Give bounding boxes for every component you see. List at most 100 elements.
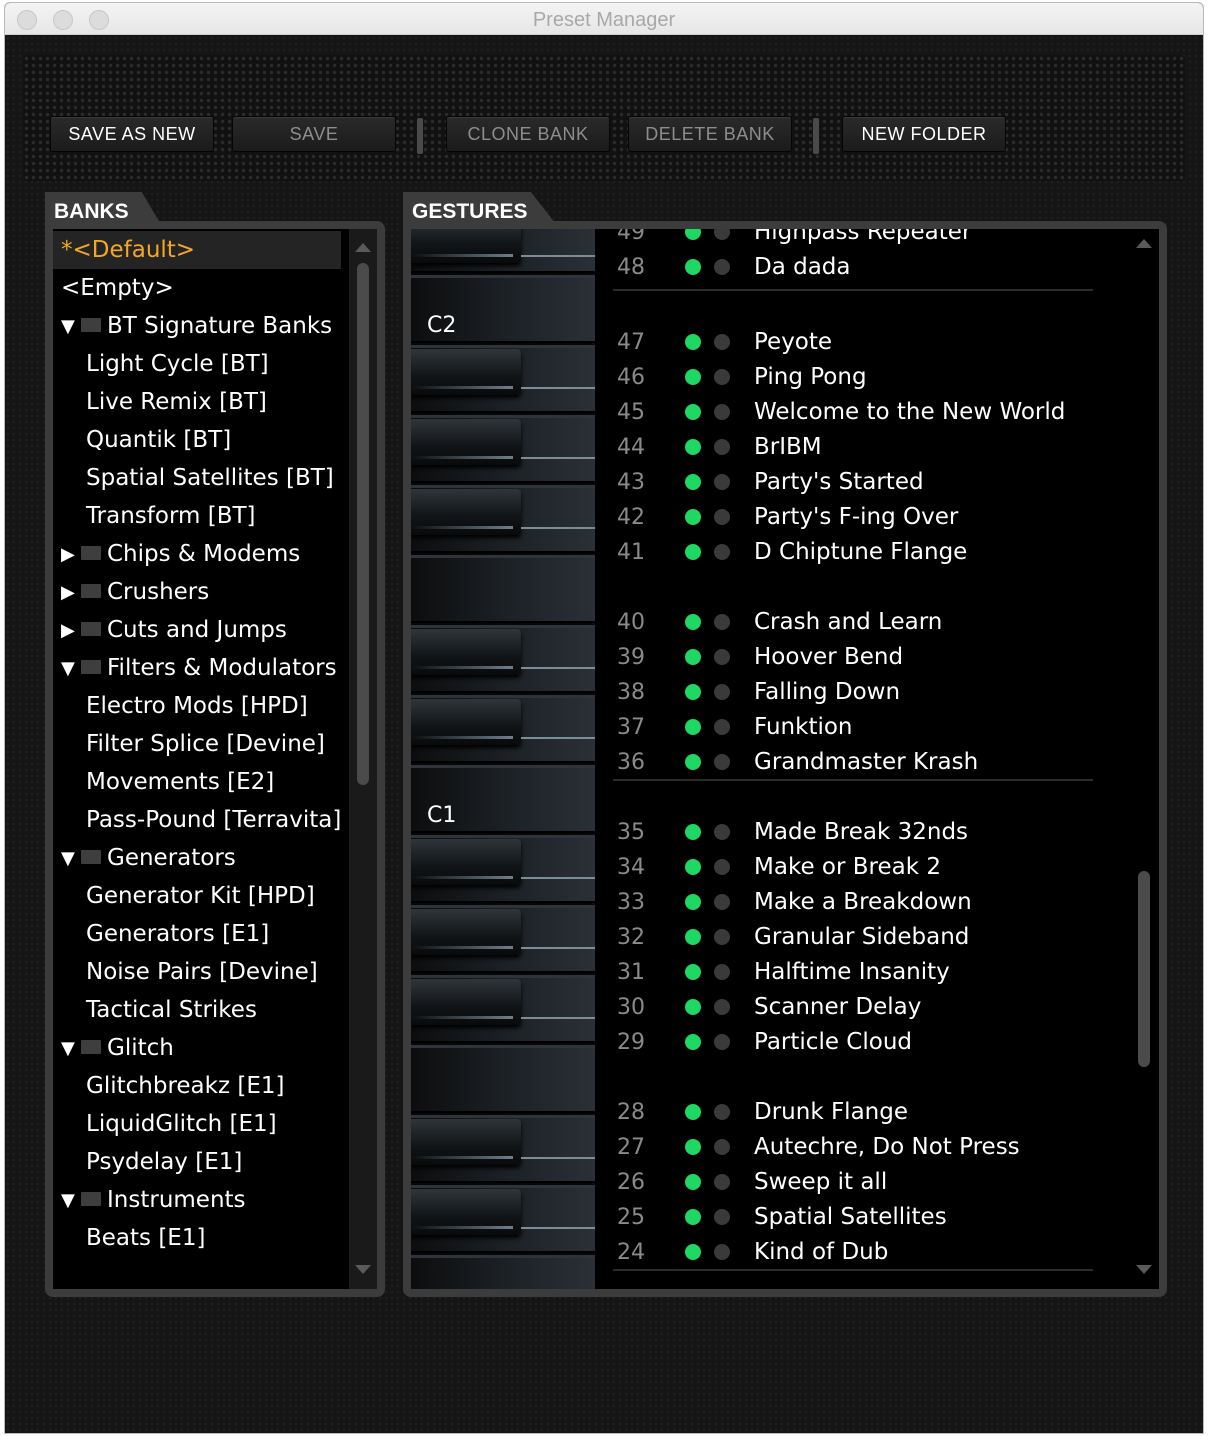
- scroll-down-arrow-icon[interactable]: [355, 1265, 371, 1274]
- active-status-dot-icon[interactable]: [685, 1174, 701, 1190]
- gesture-row[interactable]: 41 D Chiptune Flange: [595, 535, 1095, 569]
- piano-black-key[interactable]: [411, 489, 521, 535]
- active-status-dot-icon[interactable]: [685, 1034, 701, 1050]
- bank-item[interactable]: Tactical Strikes: [53, 991, 341, 1029]
- piano-black-key[interactable]: [411, 909, 521, 955]
- active-status-dot-icon[interactable]: [685, 999, 701, 1015]
- disclosure-expanded-icon[interactable]: ▼: [61, 1038, 81, 1059]
- inactive-status-dot-icon[interactable]: [714, 1139, 730, 1155]
- active-status-dot-icon[interactable]: [685, 544, 701, 560]
- active-status-dot-icon[interactable]: [685, 369, 701, 385]
- gesture-row[interactable]: 34 Make or Break 2: [595, 850, 1095, 884]
- bank-item[interactable]: <Empty>: [53, 269, 341, 307]
- gesture-row[interactable]: 39 Hoover Bend: [595, 640, 1095, 674]
- active-status-dot-icon[interactable]: [685, 614, 701, 630]
- gesture-row[interactable]: 47 Peyote: [595, 325, 1095, 359]
- bank-item[interactable]: Quantik [BT]: [53, 421, 341, 459]
- scroll-down-arrow-icon[interactable]: [1136, 1265, 1152, 1274]
- disclosure-expanded-icon[interactable]: ▼: [61, 1190, 81, 1211]
- gesture-row[interactable]: 42 Party's F-ing Over: [595, 500, 1095, 534]
- bank-folder[interactable]: ▼ Generators: [53, 839, 341, 877]
- gesture-row[interactable]: 38 Falling Down: [595, 675, 1095, 709]
- scroll-up-arrow-icon[interactable]: [355, 243, 371, 252]
- clone-bank-button[interactable]: CLONE BANK: [446, 116, 610, 152]
- bank-item[interactable]: Live Remix [BT]: [53, 383, 341, 421]
- gesture-row[interactable]: 32 Granular Sideband: [595, 920, 1095, 954]
- bank-item[interactable]: Spatial Satellites [BT]: [53, 459, 341, 497]
- inactive-status-dot-icon[interactable]: [714, 509, 730, 525]
- active-status-dot-icon[interactable]: [685, 404, 701, 420]
- inactive-status-dot-icon[interactable]: [714, 544, 730, 560]
- inactive-status-dot-icon[interactable]: [714, 649, 730, 665]
- inactive-status-dot-icon[interactable]: [714, 1244, 730, 1260]
- gesture-row[interactable]: 43 Party's Started: [595, 465, 1095, 499]
- active-status-dot-icon[interactable]: [685, 964, 701, 980]
- inactive-status-dot-icon[interactable]: [714, 474, 730, 490]
- active-status-dot-icon[interactable]: [685, 719, 701, 735]
- bank-item[interactable]: Electro Mods [HPD]: [53, 687, 341, 725]
- gesture-row[interactable]: 30 Scanner Delay: [595, 990, 1095, 1024]
- active-status-dot-icon[interactable]: [685, 894, 701, 910]
- active-status-dot-icon[interactable]: [685, 439, 701, 455]
- inactive-status-dot-icon[interactable]: [714, 824, 730, 840]
- new-folder-button[interactable]: NEW FOLDER: [842, 116, 1006, 152]
- inactive-status-dot-icon[interactable]: [714, 964, 730, 980]
- disclosure-expanded-icon[interactable]: ▼: [61, 658, 81, 679]
- inactive-status-dot-icon[interactable]: [714, 439, 730, 455]
- active-status-dot-icon[interactable]: [685, 474, 701, 490]
- gesture-row[interactable]: 35 Made Break 32nds: [595, 815, 1095, 849]
- gesture-row[interactable]: 24 Kind of Dub: [595, 1235, 1095, 1269]
- piano-black-key[interactable]: [411, 629, 521, 675]
- active-status-dot-icon[interactable]: [685, 684, 701, 700]
- bank-folder[interactable]: ▶ Crushers: [53, 573, 341, 611]
- active-status-dot-icon[interactable]: [685, 229, 701, 240]
- active-status-dot-icon[interactable]: [685, 859, 701, 875]
- gestures-scrollbar[interactable]: [1129, 229, 1159, 1289]
- gesture-row[interactable]: 25 Spatial Satellites: [595, 1200, 1095, 1234]
- active-status-dot-icon[interactable]: [685, 1209, 701, 1225]
- inactive-status-dot-icon[interactable]: [714, 894, 730, 910]
- inactive-status-dot-icon[interactable]: [714, 259, 730, 275]
- gesture-row[interactable]: 29 Particle Cloud: [595, 1025, 1095, 1059]
- gesture-row[interactable]: 28 Drunk Flange: [595, 1095, 1095, 1129]
- bank-folder[interactable]: ▶ Chips & Modems: [53, 535, 341, 573]
- save-button[interactable]: SAVE: [232, 116, 396, 152]
- bank-item[interactable]: Beats [E1]: [53, 1219, 341, 1257]
- inactive-status-dot-icon[interactable]: [714, 929, 730, 945]
- banks-scrollbar-thumb[interactable]: [357, 263, 369, 785]
- bank-item[interactable]: Movements [E2]: [53, 763, 341, 801]
- piano-keyboard[interactable]: C2C1C0: [411, 229, 595, 1289]
- active-status-dot-icon[interactable]: [685, 929, 701, 945]
- gesture-row[interactable]: 26 Sweep it all: [595, 1165, 1095, 1199]
- gesture-row[interactable]: 48 Da dada: [595, 250, 1095, 284]
- bank-item[interactable]: Pass-Pound [Terravita]: [53, 801, 341, 839]
- piano-black-key[interactable]: [411, 419, 521, 465]
- gesture-row[interactable]: 31 Halftime Insanity: [595, 955, 1095, 989]
- inactive-status-dot-icon[interactable]: [714, 334, 730, 350]
- disclosure-expanded-icon[interactable]: ▼: [61, 848, 81, 869]
- save-as-new-button[interactable]: SAVE AS NEW: [50, 116, 214, 152]
- inactive-status-dot-icon[interactable]: [714, 614, 730, 630]
- active-status-dot-icon[interactable]: [685, 824, 701, 840]
- bank-folder[interactable]: ▼ Instruments: [53, 1181, 341, 1219]
- bank-folder[interactable]: ▼ Filters & Modulators: [53, 649, 341, 687]
- inactive-status-dot-icon[interactable]: [714, 999, 730, 1015]
- gestures-scrollbar-thumb[interactable]: [1138, 871, 1150, 1067]
- bank-item[interactable]: Glitchbreakz [E1]: [53, 1067, 341, 1105]
- bank-folder[interactable]: ▶ Cuts and Jumps: [53, 611, 341, 649]
- bank-item[interactable]: Filter Splice [Devine]: [53, 725, 341, 763]
- piano-black-key[interactable]: [411, 699, 521, 745]
- gesture-row[interactable]: 40 Crash and Learn: [595, 605, 1095, 639]
- active-status-dot-icon[interactable]: [685, 649, 701, 665]
- piano-black-key[interactable]: [411, 229, 521, 263]
- piano-white-key[interactable]: [411, 1045, 595, 1113]
- gesture-row[interactable]: 44 BrIBM: [595, 430, 1095, 464]
- piano-black-key[interactable]: [411, 839, 521, 885]
- inactive-status-dot-icon[interactable]: [714, 859, 730, 875]
- piano-black-key[interactable]: [411, 1189, 521, 1235]
- bank-folder[interactable]: ▼ Glitch: [53, 1029, 341, 1067]
- inactive-status-dot-icon[interactable]: [714, 229, 730, 240]
- bank-item[interactable]: Noise Pairs [Devine]: [53, 953, 341, 991]
- bank-item[interactable]: Light Cycle [BT]: [53, 345, 341, 383]
- piano-black-key[interactable]: [411, 1119, 521, 1165]
